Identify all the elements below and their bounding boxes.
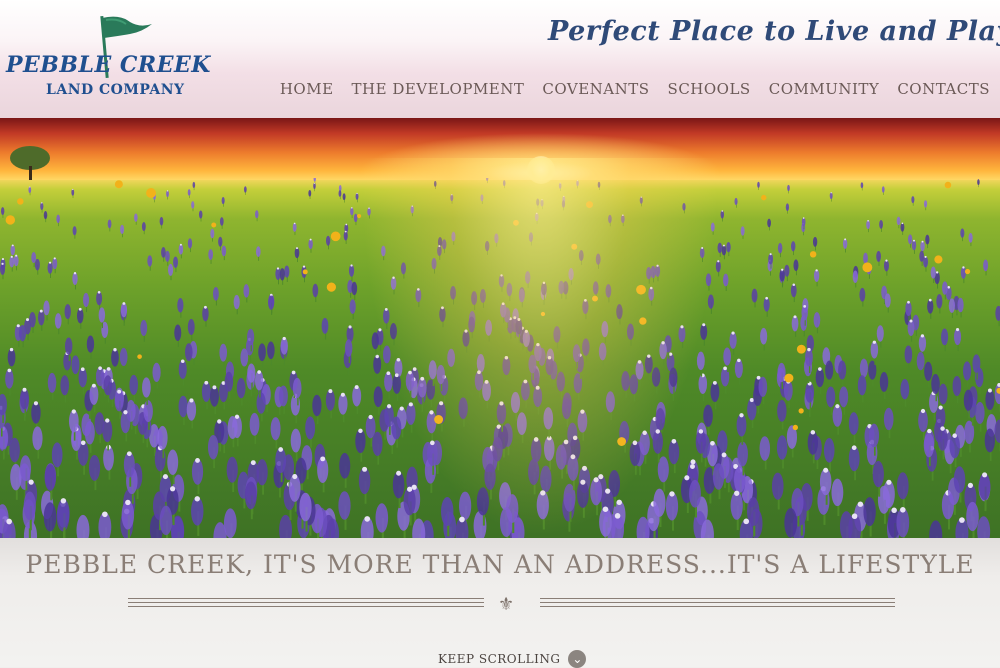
site-header: PEBBLE CREEK LAND COMPANY Perfect Place …: [0, 0, 1000, 118]
intro-section: PEBBLE CREEK, IT'S MORE THAN AN ADDRESS.…: [0, 538, 1000, 667]
hero-image: [0, 118, 1000, 538]
nav-the-development[interactable]: THE DEVELOPMENT: [352, 80, 525, 98]
logo-name: PEBBLE CREEK: [6, 52, 211, 78]
fleur-de-lis-icon: ⚜: [498, 594, 514, 615]
flag-icon: [96, 14, 156, 44]
nav-community[interactable]: COMMUNITY: [769, 80, 880, 98]
nav-contacts[interactable]: CONTACTS: [897, 80, 990, 98]
chevron-down-circle-icon: ⌄: [568, 650, 586, 668]
divider-right: [540, 598, 895, 608]
tree: [4, 146, 54, 180]
slogan-heading: PEBBLE CREEK, IT'S MORE THAN AN ADDRESS.…: [0, 550, 1000, 579]
keep-scrolling-button[interactable]: KEEP SCROLLING ⌄: [438, 650, 586, 668]
nav-covenants[interactable]: COVENANTS: [542, 80, 649, 98]
main-nav: HOME THE DEVELOPMENT COVENANTS SCHOOLS C…: [280, 80, 990, 98]
nav-home[interactable]: HOME: [280, 80, 334, 98]
logo-subtitle: LAND COMPANY: [46, 82, 185, 98]
divider-left: [128, 598, 484, 608]
nav-schools[interactable]: SCHOOLS: [668, 80, 751, 98]
keep-scrolling-label: KEEP SCROLLING: [438, 652, 560, 666]
tagline: Perfect Place to Live and Play!: [548, 16, 1000, 47]
site-logo[interactable]: PEBBLE CREEK LAND COMPANY: [6, 14, 186, 104]
sun-glow: [360, 158, 720, 538]
